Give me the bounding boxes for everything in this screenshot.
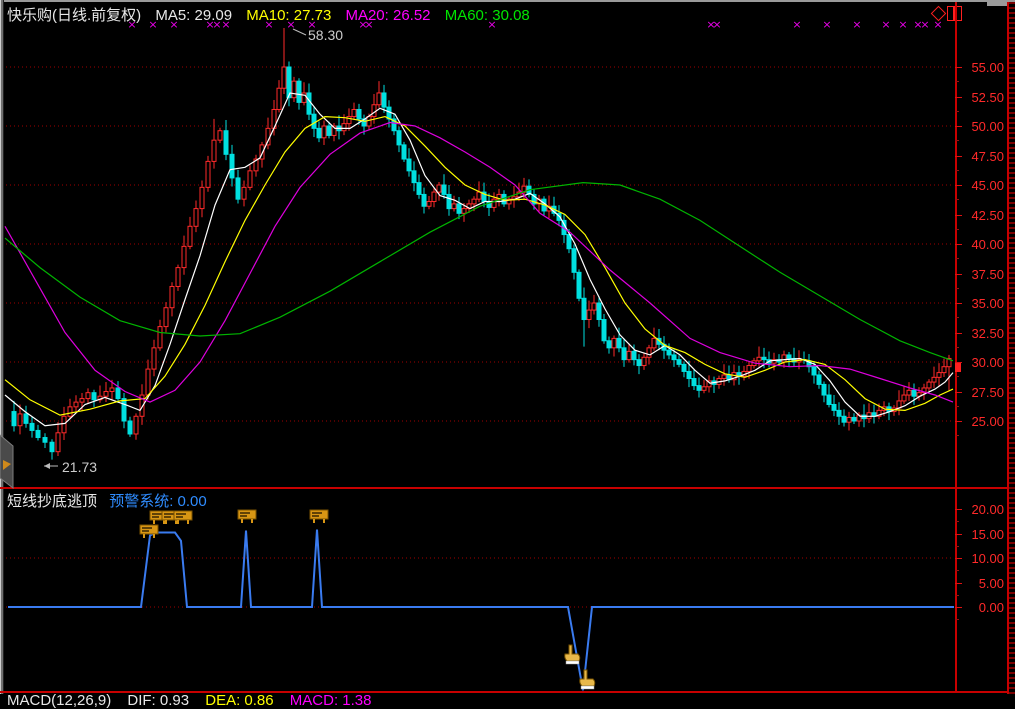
y-axis-minor-tick (955, 317, 959, 318)
y-axis-tick (955, 244, 962, 245)
y-axis-tick (955, 156, 962, 157)
y-axis-label: 37.50 (958, 268, 1004, 281)
y-axis-label: 0.00 (958, 601, 1004, 614)
y-axis-minor-tick (955, 199, 959, 200)
y-axis-minor-tick (955, 347, 959, 348)
y-axis-label: 5.00 (958, 577, 1004, 590)
y-axis-label: 50.00 (958, 120, 1004, 133)
y-axis-tick (955, 534, 962, 535)
y-axis-label: 10.00 (958, 552, 1004, 565)
y-axis-minor-tick (955, 595, 959, 596)
y-axis-tick (955, 583, 962, 584)
y-axis-tick (955, 509, 962, 510)
y-axis-minor-tick (955, 229, 959, 230)
macd-dea: DEA: 0.86 (205, 692, 273, 709)
high-price-annotation: 58.30 (308, 27, 343, 43)
y-axis-label: 30.00 (958, 356, 1004, 369)
y-axis-tick (955, 607, 962, 608)
left-edge-flag-icon (0, 430, 20, 490)
y-axis-minor-tick (955, 619, 959, 620)
ma5-value: MA5: 29.09 (155, 7, 232, 24)
y-axis-tick (955, 97, 962, 98)
y-axis-minor-tick (955, 546, 959, 547)
y-axis-label: 20.00 (958, 503, 1004, 516)
y-axis-tick (955, 362, 962, 363)
chart-title-row: 快乐购(日线.前复权) MA5: 29.09 MA10: 27.73 MA20:… (7, 4, 540, 21)
svg-text:×: × (822, 18, 831, 31)
macd-value: MACD: 1.38 (290, 692, 372, 709)
y-axis-tick (955, 303, 962, 304)
alert-system-value: 预警系统: 0.00 (109, 493, 207, 510)
y-axis-label: 15.00 (958, 528, 1004, 541)
macd-header-row: MACD(12,26,9) DIF: 0.93 DEA: 0.86 MACD: … (7, 692, 384, 709)
y-axis-minor-tick (955, 81, 959, 82)
y-axis-minor-tick (955, 376, 959, 377)
y-axis-label: 52.50 (958, 91, 1004, 104)
ma-line-MA60 (5, 183, 953, 361)
panel-divider[interactable] (0, 487, 1007, 489)
y-axis-tick (955, 67, 962, 68)
sub-panel-header: 短线抄底逃顶 预警系统: 0.00 (7, 490, 215, 507)
low-price-annotation: 21.73 (62, 459, 97, 475)
y-axis-tick (955, 558, 962, 559)
svg-text:×: × (792, 18, 801, 31)
ma10-value: MA10: 27.73 (246, 7, 331, 24)
y-axis-label: 55.00 (958, 61, 1004, 74)
y-axis-minor-tick (955, 521, 959, 522)
y-axis-minor-tick (955, 258, 959, 259)
ma20-value: MA20: 26.52 (345, 7, 430, 24)
y-axis-minor-tick (955, 288, 959, 289)
indicator-name: 短线抄底逃顶 (7, 493, 97, 510)
buy-signal-board-icons (140, 510, 328, 538)
y-axis-label: 32.50 (958, 327, 1004, 340)
y-axis-tick (955, 333, 962, 334)
window-top-border (0, 0, 1015, 2)
stock-app-window: { "header": { "stock_title": "快乐购(日线.前复权… (0, 0, 1015, 694)
svg-text:×: × (712, 18, 721, 31)
svg-text:×: × (881, 18, 890, 31)
svg-text:×: × (920, 18, 929, 31)
ma-line-MA20 (5, 123, 953, 403)
right-ruler-strip[interactable] (1009, 2, 1015, 694)
y-axis-minor-tick (955, 406, 959, 407)
svg-text:×: × (898, 18, 907, 31)
y-axis-label: 35.00 (958, 297, 1004, 310)
ma60-value: MA60: 30.08 (445, 7, 530, 24)
y-axis-tick (955, 126, 962, 127)
window-left-border (0, 0, 4, 694)
main-chart-canvas[interactable]: ×××××××××××××××××××××× (0, 0, 1015, 694)
y-axis-tick (955, 215, 962, 216)
alert-signal-line (8, 530, 954, 691)
y-axis-minor-tick (955, 170, 959, 171)
y-axis-minor-tick (955, 435, 959, 436)
y-axis-tick (955, 185, 962, 186)
y-axis-tick (955, 274, 962, 275)
y-axis-label: 47.50 (958, 150, 1004, 163)
y-axis-label: 42.50 (958, 209, 1004, 222)
y-axis-label: 25.00 (958, 415, 1004, 428)
y-axis-minor-tick (955, 570, 959, 571)
y-axis-minor-tick (955, 140, 959, 141)
macd-name: MACD(12,26,9) (7, 692, 111, 709)
stock-title: 快乐购(日线.前复权) (7, 7, 141, 24)
y-axis-label: 40.00 (958, 238, 1004, 251)
svg-text:×: × (852, 18, 861, 31)
macd-dif: DIF: 0.93 (127, 692, 189, 709)
y-axis-tick (955, 392, 962, 393)
y-axis-label: 45.00 (958, 179, 1004, 192)
y-axis-tick (955, 421, 962, 422)
y-axis-minor-tick (955, 111, 959, 112)
y-axis-label: 27.50 (958, 386, 1004, 399)
